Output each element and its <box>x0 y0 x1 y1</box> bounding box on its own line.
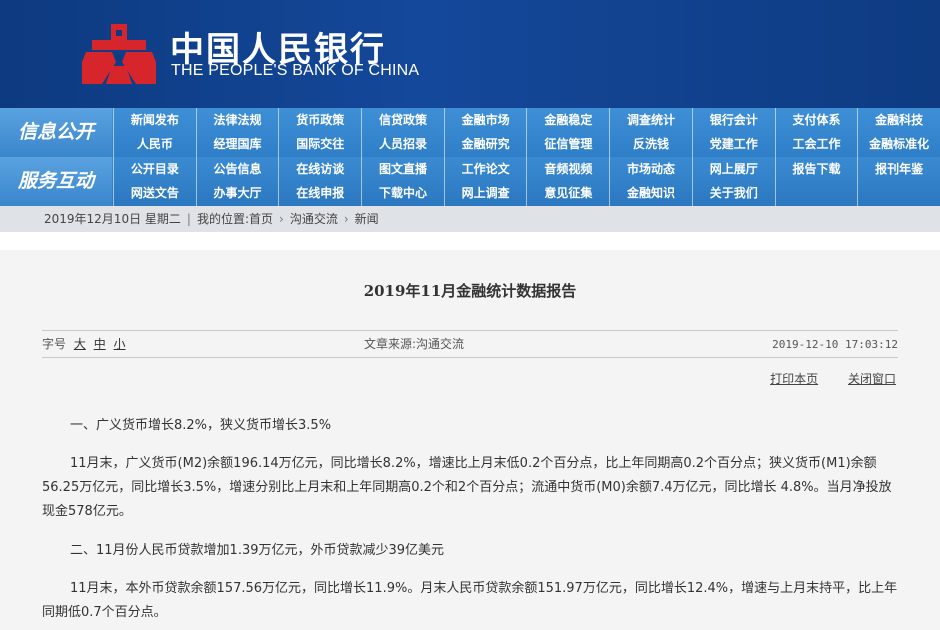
nav-info-item[interactable]: 信贷政策 <box>361 108 444 132</box>
article-paragraph: 11月末，广义货币(M2)余额196.14万亿元，同比增长8.2%，增速比上月末… <box>42 456 892 519</box>
current-date: 2019年12月10日 星期二 <box>44 212 181 226</box>
nav-info-item[interactable]: 金融标准化 <box>857 132 940 157</box>
nav-service-item[interactable]: 工作论文 <box>443 157 527 181</box>
nav-info-item[interactable]: 工会工作 <box>774 132 858 157</box>
nav-info-item[interactable]: 调查统计 <box>609 108 692 132</box>
nav-info-item[interactable]: 经理国库 <box>195 132 279 157</box>
main-navigation: 信息公开 新闻发布 法律法规 货币政策 信贷政策 金融市场 金融稳定 调查统计 银行会计 支付体… <box>0 108 940 206</box>
nav-service-item[interactable]: 在线申报 <box>278 181 361 206</box>
nav-service-item[interactable]: 报告下载 <box>774 157 858 181</box>
article-paragraph: 11月末，本外币贷款余额157.56万亿元，同比增长11.9%。月末人民币贷款余… <box>42 581 898 620</box>
nav-grid-service: 公开目录 公告信息 在线访谈 图文直播 工作论文 音频视频 市场动态 网上展厅 报告下载 报刊年鉴… <box>113 157 940 206</box>
font-size-label: 字号 <box>42 337 67 351</box>
nav-service-item[interactable]: 公告信息 <box>195 157 279 181</box>
close-window-link[interactable]: 关闭窗口 <box>848 372 896 386</box>
pboc-emblem-icon <box>82 24 156 84</box>
nav-info-item[interactable]: 法律法规 <box>195 108 279 132</box>
nav-info-item[interactable]: 银行会计 <box>691 108 775 132</box>
nav-service-item[interactable]: 网上展厅 <box>691 157 775 181</box>
font-size-small-link[interactable]: 小 <box>114 337 126 351</box>
nav-service-item[interactable]: 办事大厅 <box>195 181 279 206</box>
article-body: 一、广义货币增长8.2%，狭义货币增长3.5% 11月末，广义货币(M2)余额1… <box>42 414 898 630</box>
nav-info-item[interactable]: 人民币 <box>113 132 196 157</box>
article-timestamp: 2019-12-10 17:03:12 <box>772 338 898 351</box>
font-size-control: 字号 大 中 小 <box>42 331 126 358</box>
breadcrumb-home-link[interactable]: 我的位置:首页 <box>197 212 273 226</box>
nav-grid-info: 新闻发布 法律法规 货币政策 信贷政策 金融市场 金融稳定 调查统计 银行会计 支付体系 金融科技… <box>113 108 940 157</box>
nav-info-item[interactable]: 货币政策 <box>278 108 361 132</box>
font-size-medium-link[interactable]: 中 <box>94 337 106 351</box>
nav-service-item[interactable]: 市场动态 <box>609 157 692 181</box>
font-size-large-link[interactable]: 大 <box>74 337 86 351</box>
nav-info-item[interactable]: 新闻发布 <box>113 108 196 132</box>
nav-service-item[interactable]: 意见征集 <box>526 181 609 206</box>
nav-info-item[interactable]: 人员招录 <box>361 132 444 157</box>
nav-info-item[interactable]: 金融稳定 <box>526 108 609 132</box>
nav-service-item[interactable]: 网上调查 <box>443 181 527 206</box>
nav-info-item[interactable]: 金融科技 <box>857 108 940 132</box>
section-heading: 二、11月份人民币贷款增加1.39万亿元，外币贷款减少39亿美元 <box>70 543 445 558</box>
nav-service-item[interactable]: 报刊年鉴 <box>857 157 940 181</box>
nav-service-item[interactable]: 关于我们 <box>691 181 775 206</box>
nav-section-label: 信息公开 <box>0 108 112 157</box>
nav-service-item[interactable]: 图文直播 <box>361 157 444 181</box>
section-heading: 一、广义货币增长8.2%，狭义货币增长3.5% <box>70 418 332 433</box>
nav-info-item[interactable]: 支付体系 <box>774 108 858 132</box>
article-meta-bar: 字号 大 中 小 文章来源:沟通交流 2019-12-10 17:03:12 <box>42 330 898 358</box>
nav-row-info: 信息公开 新闻发布 法律法规 货币政策 信贷政策 金融市场 金融稳定 调查统计 银行会计 支付体… <box>0 108 940 157</box>
nav-item-empty <box>857 181 940 206</box>
article-title: 2019年11月金融统计数据报告 <box>363 282 577 300</box>
nav-service-item[interactable]: 网送文告 <box>113 181 196 206</box>
breadcrumb-level2-link[interactable]: 沟通交流 <box>290 212 338 226</box>
breadcrumb-level3-link[interactable]: 新闻 <box>355 212 379 226</box>
nav-info-item[interactable]: 党建工作 <box>691 132 775 157</box>
nav-info-item[interactable]: 金融市场 <box>443 108 527 132</box>
nav-info-item[interactable]: 国际交往 <box>278 132 361 157</box>
nav-service-item[interactable]: 在线访谈 <box>278 157 361 181</box>
nav-info-item[interactable]: 征信管理 <box>526 132 609 157</box>
nav-service-item[interactable]: 公开目录 <box>113 157 196 181</box>
nav-info-item[interactable]: 金融研究 <box>443 132 527 157</box>
nav-service-item[interactable]: 音频视频 <box>526 157 609 181</box>
nav-service-item[interactable]: 下载中心 <box>361 181 444 206</box>
article-source: 文章来源:沟通交流 <box>364 337 465 351</box>
nav-service-item[interactable]: 金融知识 <box>609 181 692 206</box>
nav-section-label: 服务互动 <box>0 157 112 206</box>
nav-info-item[interactable]: 反洗钱 <box>609 132 692 157</box>
nav-item-empty <box>774 181 858 206</box>
breadcrumb: 2019年12月10日 星期二 | 我的位置:首页 › 沟通交流 › 新闻 <box>0 206 940 232</box>
article-tools: 打印本页 关闭窗口 <box>744 370 896 387</box>
site-header: 中国人民银行 THE PEOPLE'S BANK OF CHINA <box>0 0 940 108</box>
print-page-link[interactable]: 打印本页 <box>770 372 818 386</box>
nav-row-service: 服务互动 公开目录 公告信息 在线访谈 图文直播 工作论文 音频视频 市场动态 网上展厅 报告下… <box>0 157 940 206</box>
site-title-en: THE PEOPLE'S BANK OF CHINA <box>171 62 420 79</box>
